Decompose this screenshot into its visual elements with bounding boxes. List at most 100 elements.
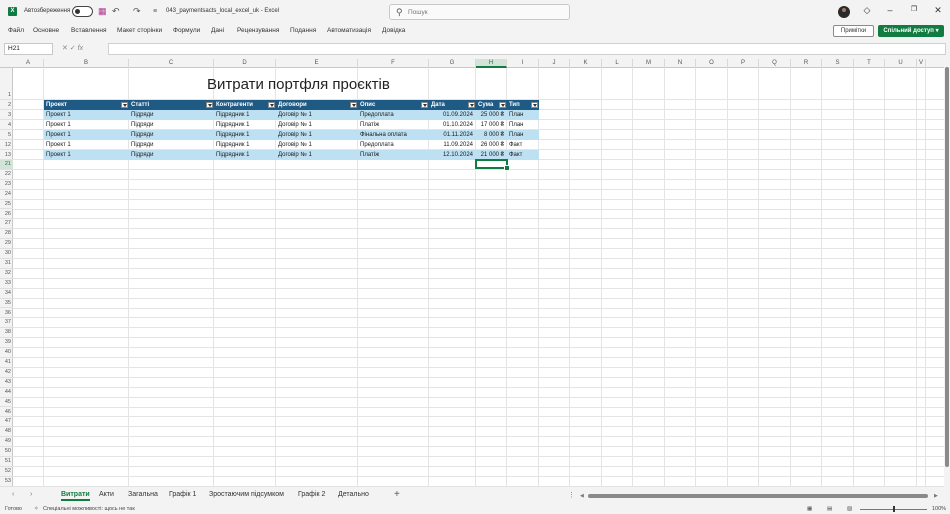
row-header-33[interactable]: 33	[0, 279, 13, 289]
table-cell[interactable]: 26 000 ₴	[476, 140, 507, 150]
table-cell[interactable]: Проект 1	[44, 140, 129, 150]
menu-formulas[interactable]: Формули	[173, 27, 200, 34]
save-icon[interactable]: ▦	[98, 6, 107, 17]
minimize-icon[interactable]: –	[883, 5, 897, 15]
accessibility-icon[interactable]: ✧	[34, 506, 39, 512]
table-cell[interactable]: Підрядник 1	[214, 110, 276, 120]
row-header-48[interactable]: 48	[0, 427, 13, 438]
filter-dropdown-icon[interactable]	[206, 102, 213, 108]
table-cell[interactable]: Предоплата	[358, 110, 429, 120]
row-header-27[interactable]: 27	[0, 219, 13, 230]
column-header-c[interactable]: C	[129, 59, 214, 68]
table-cell[interactable]: 25 000 ₴	[476, 110, 507, 120]
table-cell[interactable]: Факт	[507, 150, 539, 160]
row-header-21[interactable]: 21	[0, 160, 13, 170]
table-cell[interactable]: Платіж	[358, 120, 429, 130]
column-header-k[interactable]: K	[570, 59, 602, 68]
table-cell[interactable]: Договір № 1	[276, 110, 358, 120]
column-header-u[interactable]: U	[885, 59, 917, 68]
premium-diamond-icon[interactable]: ◇	[860, 5, 874, 16]
row-header-30[interactable]: 30	[0, 249, 13, 259]
sheet-tab-expenses[interactable]: Витрати	[61, 491, 90, 501]
row-header-53[interactable]: 53	[0, 477, 13, 487]
table-header-description[interactable]: Опис	[358, 100, 429, 110]
row-header-24[interactable]: 24	[0, 190, 13, 200]
row-header-26[interactable]: 26	[0, 210, 13, 220]
filter-dropdown-icon[interactable]	[421, 102, 428, 108]
table-cell[interactable]: Договір № 1	[276, 120, 358, 130]
horizontal-scrollbar[interactable]	[588, 494, 928, 498]
column-header-v[interactable]: V	[917, 59, 926, 68]
table-cell[interactable]: План	[507, 110, 539, 120]
column-header-m[interactable]: M	[633, 59, 665, 68]
prev-sheet-icon[interactable]: ‹	[12, 491, 14, 498]
vertical-scrollbar[interactable]	[944, 59, 950, 487]
selected-cell[interactable]	[475, 159, 510, 171]
normal-view-icon[interactable]: ▦	[807, 506, 812, 512]
table-cell[interactable]: Підряди	[129, 150, 214, 160]
customize-toolbar-icon[interactable]: ≡	[153, 6, 157, 17]
filter-dropdown-icon[interactable]	[499, 102, 506, 108]
menu-help[interactable]: Довідка	[382, 27, 405, 34]
row-header-13[interactable]: 13	[0, 150, 13, 160]
menu-review[interactable]: Рецензування	[237, 27, 279, 34]
accessibility-status[interactable]: Спеціальні можливості: щось не так	[43, 506, 135, 512]
close-icon[interactable]: ✕	[931, 5, 945, 16]
scroll-left-icon[interactable]: ◀	[580, 493, 584, 499]
row-header-34[interactable]: 34	[0, 289, 13, 299]
filter-dropdown-icon[interactable]	[468, 102, 475, 108]
search-input[interactable]	[408, 7, 558, 17]
menu-file[interactable]: Файл	[8, 27, 24, 34]
table-cell[interactable]: 8 000 ₴	[476, 130, 507, 140]
filter-dropdown-icon[interactable]	[350, 102, 357, 108]
scroll-right-icon[interactable]: ▶	[934, 493, 938, 499]
row-header-46[interactable]: 46	[0, 408, 13, 418]
row-header-2[interactable]: 2	[0, 100, 13, 110]
name-box[interactable]: H21	[4, 43, 53, 55]
table-cell[interactable]: План	[507, 130, 539, 140]
table-header-type[interactable]: Тип	[507, 100, 539, 110]
search-box[interactable]: ⚲	[389, 4, 570, 20]
table-cell[interactable]: 01.09.2024	[429, 110, 476, 120]
table-header-contracts[interactable]: Договори	[276, 100, 358, 110]
column-header-t[interactable]: T	[854, 59, 885, 68]
row-header-3[interactable]: 3	[0, 110, 13, 120]
undo-icon[interactable]: ↶	[112, 6, 120, 17]
column-header-s[interactable]: S	[822, 59, 854, 68]
column-header-e[interactable]: E	[276, 59, 358, 68]
column-header-a[interactable]: A	[13, 59, 44, 68]
sheet-tab-chart-1[interactable]: Графік 1	[169, 491, 196, 498]
comments-button[interactable]: Примітки	[833, 25, 874, 37]
table-cell[interactable]: 12.10.2024	[429, 150, 476, 160]
row-header-37[interactable]: 37	[0, 318, 13, 329]
row-header-5[interactable]: 5	[0, 130, 13, 140]
row-header-1[interactable]: 1	[0, 68, 13, 100]
row-header-32[interactable]: 32	[0, 269, 13, 279]
table-cell[interactable]: Договір № 1	[276, 140, 358, 150]
page-break-view-icon[interactable]: ▨	[847, 506, 852, 512]
column-header-l[interactable]: L	[602, 59, 633, 68]
redo-icon[interactable]: ↷	[133, 6, 141, 17]
row-header-28[interactable]: 28	[0, 229, 13, 240]
table-cell[interactable]: 01.11.2024	[429, 130, 476, 140]
table-cell[interactable]: Договір № 1	[276, 150, 358, 160]
row-header-52[interactable]: 52	[0, 467, 13, 477]
restore-icon[interactable]: ❐	[907, 5, 921, 13]
table-cell[interactable]: Підряди	[129, 140, 214, 150]
column-header-q[interactable]: Q	[759, 59, 791, 68]
column-header-p[interactable]: P	[728, 59, 759, 68]
table-cell[interactable]: Предоплата	[358, 140, 429, 150]
table-cell[interactable]: Проект 1	[44, 110, 129, 120]
row-header-31[interactable]: 31	[0, 259, 13, 269]
table-header-amount[interactable]: Сума	[476, 100, 507, 110]
row-header-12[interactable]: 12	[0, 140, 13, 150]
row-header-38[interactable]: 38	[0, 328, 13, 339]
row-header-39[interactable]: 39	[0, 338, 13, 349]
autosave-toggle[interactable]	[72, 6, 93, 17]
page-layout-view-icon[interactable]: ▤	[827, 506, 832, 512]
table-cell[interactable]: Підрядник 1	[214, 130, 276, 140]
add-sheet-icon[interactable]: +	[394, 489, 400, 500]
row-header-25[interactable]: 25	[0, 200, 13, 210]
menu-home[interactable]: Основне	[33, 27, 59, 34]
sheet-tab-cumulative[interactable]: Зростаючим підсумком	[209, 491, 284, 498]
